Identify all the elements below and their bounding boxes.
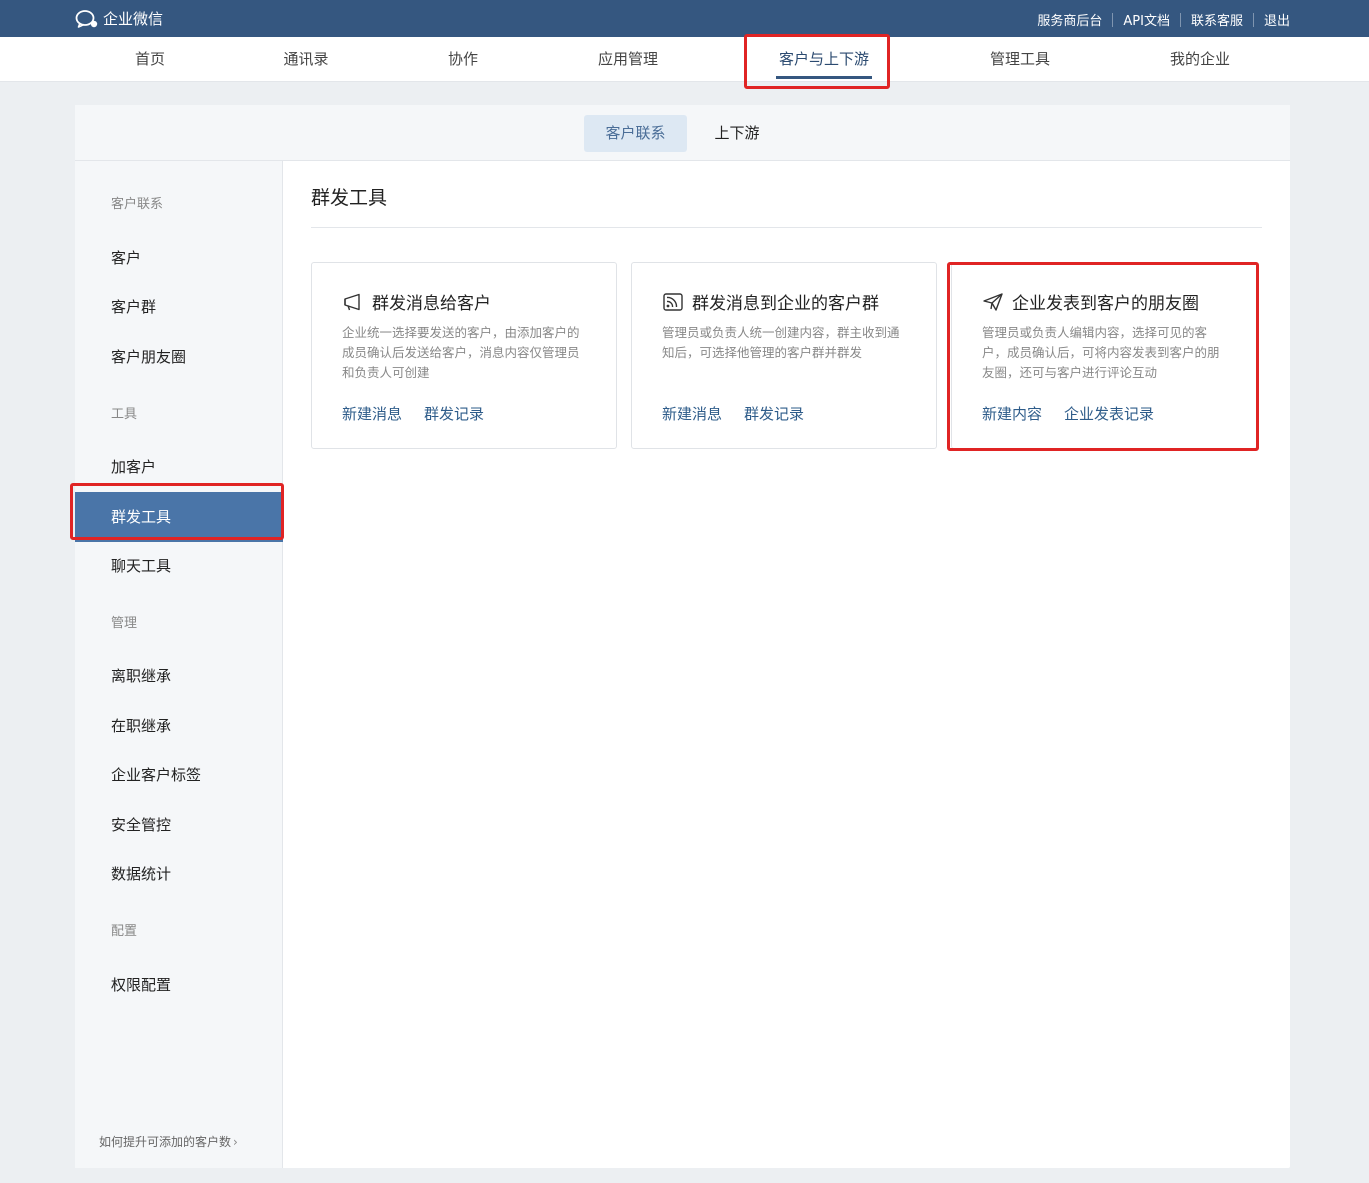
top-links: 服务商后台 API文档 联系客服 退出 <box>1037 10 1290 29</box>
nav-customers-upstream-label: 客户与上下游 <box>778 50 869 68</box>
new-message-link[interactable]: 新建消息 <box>662 403 722 424</box>
nav-customers-upstream[interactable]: 客户与上下游 <box>764 37 884 82</box>
main-panel: 客户联系 上下游 客户联系 客户 客户群 客户朋友圈 工具 加客户 群发工具 聊… <box>75 105 1290 1168</box>
sidebar-item-add-customers[interactable]: 加客户 <box>75 442 283 492</box>
card-header: 群发消息给客户 <box>342 289 491 314</box>
sidebar-item-mass-messaging[interactable]: 群发工具 <box>75 492 283 542</box>
card-header: 企业发表到客户的朋友圈 <box>982 289 1199 314</box>
card-actions: 新建消息 群发记录 <box>662 403 826 424</box>
sidebar-group-config: 配置 <box>111 924 138 939</box>
brand-logo[interactable]: 企业微信 <box>75 8 163 29</box>
new-content-link[interactable]: 新建内容 <box>982 403 1042 424</box>
card-mass-message-groups: 群发消息到企业的客户群 管理员或负责人统一创建内容，群主收到通知后，可选择他管理… <box>631 262 937 449</box>
nav-collaboration[interactable]: 协作 <box>423 37 503 82</box>
title-divider <box>311 227 1262 228</box>
card-description: 企业统一选择要发送的客户，由添加客户的成员确认后发送给客户，消息内容仅管理员和负… <box>342 325 580 380</box>
sidebar: 客户联系 客户 客户群 客户朋友圈 工具 加客户 群发工具 聊天工具 管理 离职… <box>75 161 283 1168</box>
main-nav: 首页 通讯录 协作 应用管理 客户与上下游 管理工具 我的企业 <box>0 37 1369 82</box>
card-title: 企业发表到客户的朋友圈 <box>1012 294 1199 314</box>
footer-link-label: 如何提升可添加的客户数 <box>99 1135 232 1149</box>
sidebar-group-management: 管理 <box>111 616 138 631</box>
divider <box>1179 12 1181 27</box>
nav-management-tools[interactable]: 管理工具 <box>974 37 1066 82</box>
link-logout[interactable]: 退出 <box>1264 10 1290 29</box>
sidebar-item-security-control[interactable]: 安全管控 <box>75 800 283 850</box>
paper-plane-icon <box>983 292 1003 311</box>
page-title: 群发工具 <box>311 187 388 209</box>
chevron-right-icon: › <box>233 1134 238 1149</box>
card-description: 管理员或负责人编辑内容，选择可见的客户，成员确认后，可将内容发表到客户的朋友圈，… <box>982 325 1220 380</box>
card-header: 群发消息到企业的客户群 <box>662 289 879 314</box>
broadcast-icon <box>663 292 683 311</box>
sidebar-item-chat-tools[interactable]: 聊天工具 <box>75 541 283 591</box>
nav-my-company[interactable]: 我的企业 <box>1154 37 1246 82</box>
divider <box>1252 12 1254 27</box>
subtab-customer-contact[interactable]: 客户联系 <box>584 115 687 152</box>
card-mass-message-customers: 群发消息给客户 企业统一选择要发送的客户，由添加客户的成员确认后发送给客户，消息… <box>311 262 617 449</box>
card-description: 管理员或负责人统一创建内容，群主收到通知后，可选择他管理的客户群并群发 <box>662 325 900 360</box>
new-message-link[interactable]: 新建消息 <box>342 403 402 424</box>
link-provider-backend[interactable]: 服务商后台 <box>1037 10 1102 29</box>
nav-app-management[interactable]: 应用管理 <box>582 37 674 82</box>
sidebar-item-customers[interactable]: 客户 <box>75 233 283 283</box>
nav-home[interactable]: 首页 <box>110 37 190 82</box>
card-post-to-moments: 企业发表到客户的朋友圈 管理员或负责人编辑内容，选择可见的客户，成员确认后，可将… <box>951 262 1257 449</box>
active-tab-indicator <box>776 76 872 79</box>
sidebar-item-active-handover[interactable]: 在职继承 <box>75 701 283 751</box>
sidebar-item-permissions[interactable]: 权限配置 <box>75 960 283 1010</box>
card-actions: 新建消息 群发记录 <box>342 403 506 424</box>
sidebar-item-resigned-handover[interactable]: 离职继承 <box>75 651 283 701</box>
post-record-link[interactable]: 企业发表记录 <box>1064 403 1154 424</box>
nav-contacts[interactable]: 通讯录 <box>266 37 346 82</box>
wecom-logo-icon <box>75 9 98 28</box>
link-contact-support[interactable]: 联系客服 <box>1191 10 1243 29</box>
divider <box>1112 12 1114 27</box>
card-title: 群发消息给客户 <box>372 294 491 314</box>
brand-name: 企业微信 <box>103 10 164 28</box>
mass-record-link[interactable]: 群发记录 <box>424 403 484 424</box>
sidebar-item-customer-groups[interactable]: 客户群 <box>75 282 283 332</box>
sidebar-footer-link[interactable]: 如何提升可添加的客户数 › <box>99 1133 238 1150</box>
sidebar-item-customer-moments[interactable]: 客户朋友圈 <box>75 332 283 382</box>
link-api-docs[interactable]: API文档 <box>1123 10 1170 29</box>
top-bar: 企业微信 服务商后台 API文档 联系客服 退出 <box>0 0 1369 37</box>
card-actions: 新建内容 企业发表记录 <box>982 403 1176 424</box>
sidebar-group-tools: 工具 <box>111 407 138 422</box>
sidebar-item-statistics[interactable]: 数据统计 <box>75 849 283 899</box>
sub-nav: 客户联系 上下游 <box>75 105 1290 161</box>
subtab-upstream-downstream[interactable]: 上下游 <box>697 115 777 152</box>
megaphone-icon <box>344 293 360 310</box>
sidebar-group-customer-contact: 客户联系 <box>111 197 164 212</box>
mass-record-link[interactable]: 群发记录 <box>744 403 804 424</box>
sidebar-item-customer-tags[interactable]: 企业客户标签 <box>75 750 283 800</box>
card-title: 群发消息到企业的客户群 <box>692 294 879 314</box>
